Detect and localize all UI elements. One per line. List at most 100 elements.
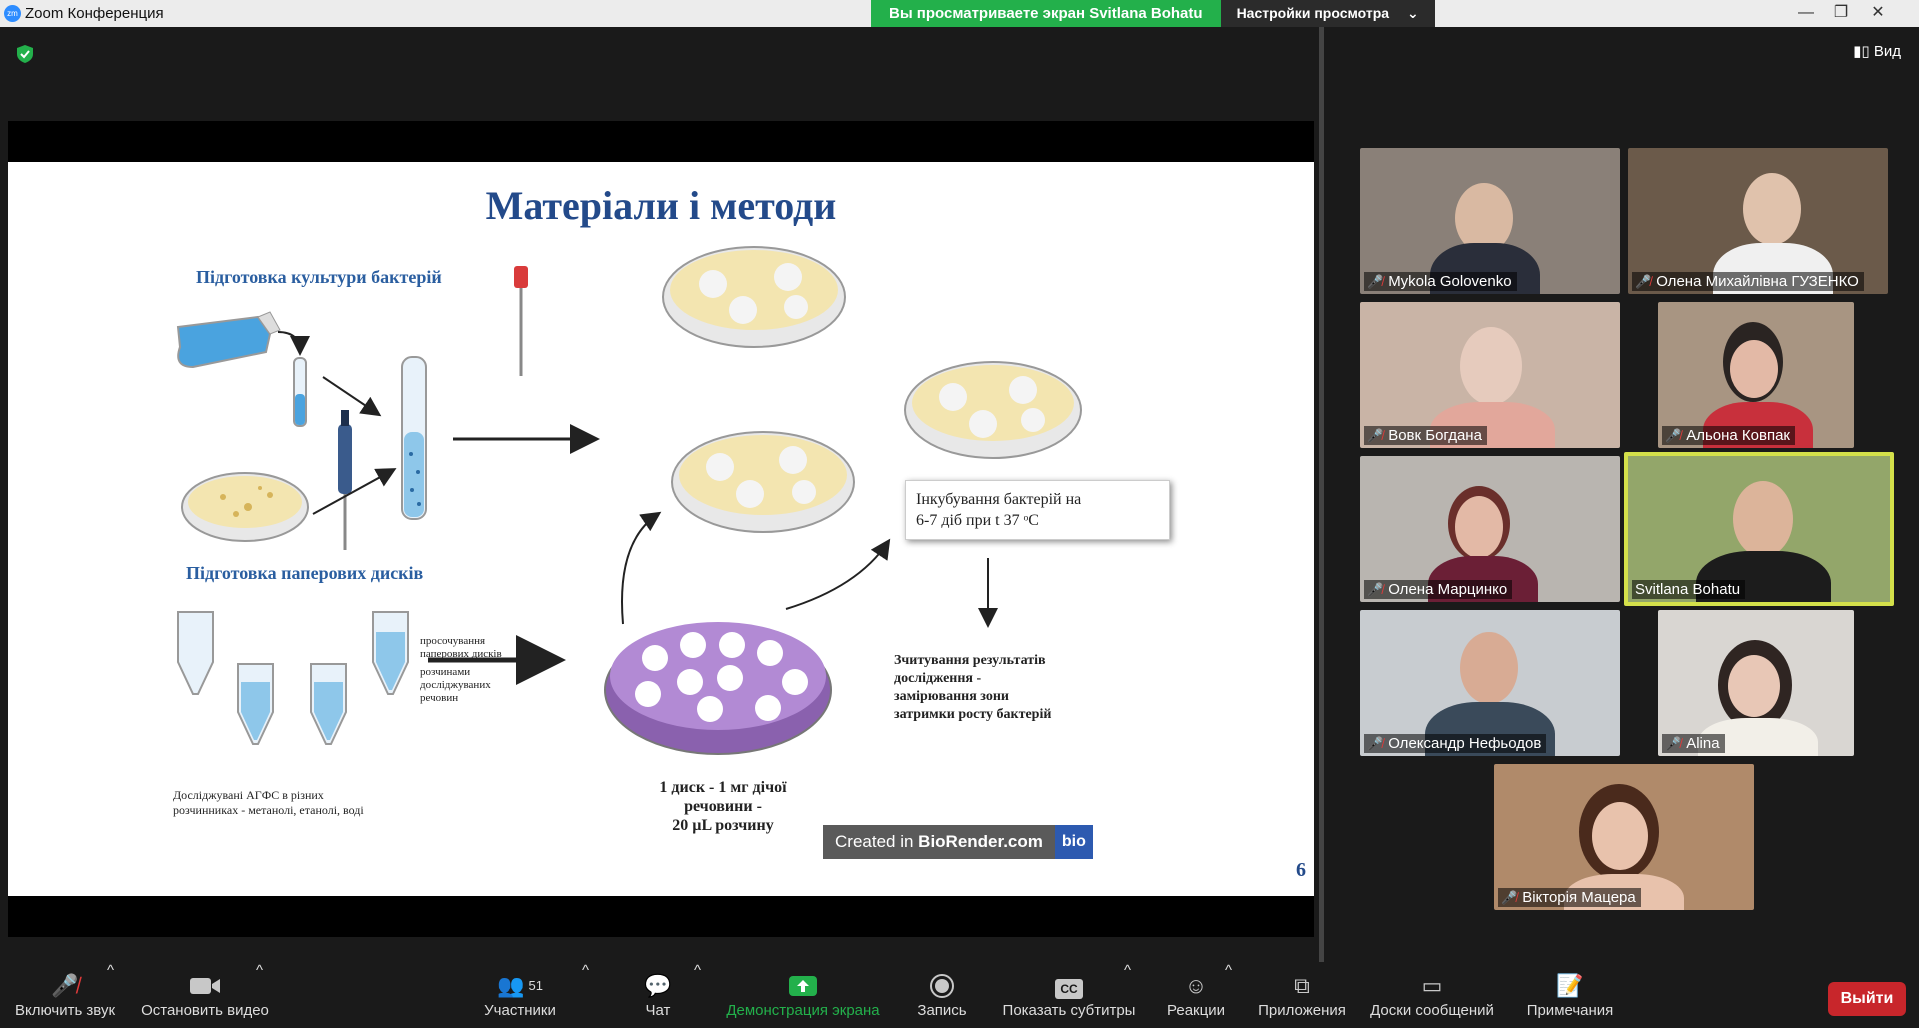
window-titlebar: zm Zoom Конференция Вы просматриваете эк… xyxy=(0,0,1919,27)
smiley-plus-icon: ☺ xyxy=(1184,973,1208,998)
participant-name-tag: 🎤̸ Олена Михайлівна ГУЗЕНКО xyxy=(1632,272,1864,291)
text-line: Інкубування бактерій на xyxy=(916,491,1082,508)
mic-muted-icon: 🎤̸ xyxy=(1635,273,1652,289)
reactions-button[interactable]: ☺ Реакции xyxy=(1160,962,1232,1028)
mic-muted-icon: 🎤̸ xyxy=(1367,273,1384,289)
participant-name: Олександр Нефьодов xyxy=(1388,735,1542,752)
participant-name-tag: 🎤̸ Mykola Golovenko xyxy=(1364,272,1517,291)
mic-muted-icon: 🎤̸ xyxy=(1367,735,1384,751)
chevron-down-icon: ⌄ xyxy=(1407,5,1419,21)
share-screen-label: Демонстрация экрана xyxy=(726,1002,880,1019)
mute-button[interactable]: 🎤̸ Включить звук xyxy=(10,962,120,1028)
video-label: Остановить видео xyxy=(141,1002,269,1019)
participants-options-caret[interactable]: ^ xyxy=(582,962,589,1028)
participant-tile[interactable]: 🎤̸ Олена Михайлівна ГУЗЕНКО xyxy=(1628,148,1888,294)
notes-button[interactable]: 📝 Примечания xyxy=(1518,962,1622,1028)
apps-label: Приложения xyxy=(1258,1002,1346,1019)
shield-icon[interactable] xyxy=(15,44,35,64)
leave-button[interactable]: Выйти xyxy=(1828,982,1906,1016)
chat-options-caret[interactable]: ^ xyxy=(694,962,701,1028)
flask-icon xyxy=(176,311,281,369)
captions-options-caret[interactable]: ^ xyxy=(1124,962,1131,1028)
mic-muted-icon: 🎤̸ xyxy=(1367,427,1384,443)
text-line: паперових дисків xyxy=(420,648,502,660)
presentation-slide: Матеріали і методи Підготовка культури б… xyxy=(8,162,1314,896)
mic-muted-icon: 🎤̸ xyxy=(1665,735,1682,751)
captions-label: Показать субтитры xyxy=(1002,1002,1136,1019)
stop-video-button[interactable]: Остановить видео xyxy=(135,962,275,1028)
participants-icon: 👥 51 xyxy=(497,973,543,998)
text-line: досліджуваних xyxy=(420,679,491,691)
participant-tile[interactable]: 🎤̸ Альона Ковпак xyxy=(1658,302,1854,448)
mute-options-caret[interactable]: ^ xyxy=(107,962,114,1028)
notes-label: Примечания xyxy=(1526,1002,1614,1019)
agfs-description: Досліджувані АГФС в різних розчинниках -… xyxy=(173,788,364,818)
show-captions-button[interactable]: CC Показать субтитры xyxy=(998,962,1140,1028)
participant-tile[interactable]: 🎤̸ Олександр Нефьодов xyxy=(1360,610,1620,756)
record-icon xyxy=(930,974,954,998)
participants-button[interactable]: 👥 51 Участники xyxy=(478,962,562,1028)
reading-description: Зчитування результатів дослідження - зам… xyxy=(894,652,1084,724)
participant-name: Svitlana Bohatu xyxy=(1635,581,1741,598)
chat-button[interactable]: 💬 Чат xyxy=(630,962,686,1028)
text-line: речовини - xyxy=(684,798,762,815)
screen-share-bar: Вы просматриваете экран Svitlana Bohatu … xyxy=(871,0,1435,27)
mute-label: Включить звук xyxy=(14,1002,116,1019)
participant-name: Олена Марцинко xyxy=(1388,581,1508,598)
participant-tile[interactable]: 🎤̸ Олена Марцинко xyxy=(1360,456,1620,602)
soak-description: просочування паперових дисків розчинами … xyxy=(420,635,502,705)
text-line: просочування xyxy=(420,635,486,647)
video-options-caret[interactable]: ^ xyxy=(256,962,263,1028)
petri-dish-icon xyxy=(671,431,855,533)
participant-tile[interactable]: 🎤̸ Alina xyxy=(1658,610,1854,756)
share-screen-button[interactable]: Демонстрация экрана xyxy=(722,962,884,1028)
dose-description: 1 диск - 1 мг дічої речовини - 20 µL роз… xyxy=(643,778,803,835)
view-settings-button[interactable]: Настройки просмотра ⌄ xyxy=(1220,0,1435,27)
reactions-label: Реакции xyxy=(1167,1002,1225,1019)
participant-name: Вовк Богдана xyxy=(1388,427,1482,444)
text-line: замірювання зони xyxy=(894,689,1009,704)
text-line: Досліджувані АГФС в різних xyxy=(173,788,324,802)
apps-button[interactable]: ⧉ Приложения xyxy=(1252,962,1352,1028)
biorender-logo-icon: bio xyxy=(1054,825,1093,859)
meeting-toolbar: 🎤̸ Включить звук ^ Остановить видео ^ 👥 5… xyxy=(0,962,1919,1028)
slide-page-number: 6 xyxy=(1296,859,1306,881)
text-line: 6-7 діб при t 37 ᵒC xyxy=(916,512,1039,529)
biorender-badge: Created in BioRender.com bio xyxy=(823,825,1093,859)
biorender-brand: BioRender.com xyxy=(918,832,1043,851)
view-button[interactable]: ▮▯ Вид xyxy=(1853,42,1901,60)
participant-name: Олена Михайлівна ГУЗЕНКО xyxy=(1656,273,1859,290)
participant-name-tag: 🎤̸ Олександр Нефьодов xyxy=(1364,734,1547,753)
panel-divider[interactable] xyxy=(1319,27,1324,962)
text-line: 1 диск - 1 мг дічої xyxy=(659,779,787,796)
whiteboards-button[interactable]: ▭ Доски сообщений xyxy=(1362,962,1502,1028)
participant-tile[interactable]: 🎤̸ Mykola Golovenko xyxy=(1360,148,1620,294)
pipette-icon xyxy=(338,410,352,550)
share-notice: Вы просматриваете экран Svitlana Bohatu xyxy=(871,0,1221,27)
participant-name: Mykola Golovenko xyxy=(1388,273,1512,290)
chat-icon: 💬 xyxy=(644,973,672,998)
captions-icon-text: CC xyxy=(1055,979,1083,999)
mic-muted-icon: 🎤̸ xyxy=(1367,581,1384,597)
participant-name-tag: 🎤̸ Вовк Богдана xyxy=(1364,426,1487,445)
share-screen-icon xyxy=(789,976,817,996)
participant-name-tag: 🎤̸ Alina xyxy=(1662,734,1725,753)
small-tube-icon xyxy=(293,357,307,427)
participant-tile[interactable]: 🎤̸ Вікторія Мацера xyxy=(1494,764,1754,910)
participant-tile[interactable]: 🎤̸ Вовк Богдана xyxy=(1360,302,1620,448)
swab-icon xyxy=(514,266,528,376)
petri-dish-icon xyxy=(904,361,1082,459)
participant-tile-active-speaker[interactable]: Svitlana Bohatu xyxy=(1624,452,1894,606)
reactions-options-caret[interactable]: ^ xyxy=(1225,962,1232,1028)
record-button[interactable]: Запись xyxy=(910,962,974,1028)
participant-name: Alina xyxy=(1686,735,1720,752)
close-button[interactable]: ✕ xyxy=(1855,0,1901,27)
text-line: дослідження - xyxy=(894,671,982,686)
video-camera-icon xyxy=(190,978,220,994)
big-tube-icon xyxy=(401,356,427,520)
text-line: розчинниках - метанолі, етанолі, воді xyxy=(173,803,364,817)
whiteboards-label: Доски сообщений xyxy=(1370,1002,1494,1019)
petri-dish-icon xyxy=(662,246,846,348)
whiteboard-icon: ▭ xyxy=(1421,973,1443,998)
window-title: Zoom Конференция xyxy=(25,5,164,22)
